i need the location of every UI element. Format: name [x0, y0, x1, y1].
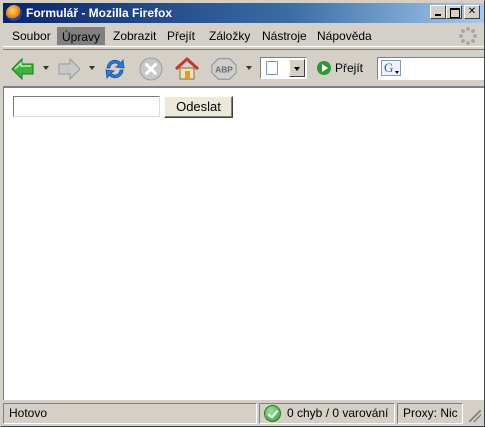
error-count: 0 chyb / 0 varování [287, 406, 389, 420]
proxy-status[interactable]: Proxy: Nic [397, 403, 463, 424]
reload-icon[interactable] [101, 55, 129, 83]
title-bar[interactable]: Formulář - Mozilla Firefox ✕ [3, 3, 484, 23]
close-button[interactable]: ✕ [464, 5, 480, 19]
resize-grip[interactable] [469, 410, 481, 422]
menu-zalozky[interactable]: Záložky [205, 27, 254, 45]
forward-icon[interactable] [55, 55, 83, 83]
check-icon [264, 405, 281, 422]
menu-upravy[interactable]: Úpravy [57, 27, 106, 45]
firefox-icon [6, 5, 22, 21]
menu-nastroje[interactable]: Nástroje [258, 27, 311, 45]
browser-window: Formulář - Mozilla Firefox ✕ Soubor Úpra… [0, 0, 485, 427]
menu-soubor[interactable]: Soubor [8, 27, 55, 45]
home-icon[interactable] [173, 55, 201, 83]
go-label: Přejít [335, 61, 364, 75]
throbber-icon [459, 27, 477, 45]
go-icon [317, 61, 331, 75]
back-history-dropdown[interactable] [43, 66, 50, 71]
page-icon [266, 61, 278, 75]
minimize-button[interactable] [430, 5, 446, 19]
window-title: Formulář - Mozilla Firefox [26, 6, 173, 20]
search-engine-icon[interactable]: G [381, 60, 401, 76]
submit-button[interactable]: Odeslat [164, 96, 233, 118]
status-bar: Hotovo 0 chyb / 0 varování Proxy: Nic [3, 402, 484, 424]
go-button[interactable]: Přejít [315, 60, 363, 78]
adblock-dropdown[interactable] [246, 66, 253, 71]
menu-zobrazit[interactable]: Zobrazit [109, 27, 160, 45]
search-box[interactable]: G [377, 57, 484, 80]
menu-bar: Soubor Úpravy Zobrazit Přejít Záložky Ná… [3, 25, 484, 47]
error-console-panel[interactable]: 0 chyb / 0 varování [259, 403, 395, 424]
page-content: Odeslat [3, 87, 484, 400]
status-text: Hotovo [3, 403, 257, 424]
back-icon[interactable] [9, 55, 37, 83]
chevron-down-icon[interactable] [289, 59, 305, 77]
stop-icon[interactable] [137, 55, 165, 83]
adblock-label: ABP [215, 64, 233, 74]
menu-napoveda[interactable]: Nápověda [313, 27, 376, 45]
forward-history-dropdown[interactable] [89, 66, 96, 71]
menu-prejit[interactable]: Přejít [163, 27, 199, 45]
adblock-icon[interactable]: ABP [210, 55, 238, 83]
navigation-toolbar: ABP Přejít G [3, 49, 484, 87]
page-style-select[interactable] [260, 57, 307, 79]
text-input[interactable] [13, 96, 160, 117]
maximize-button[interactable] [446, 5, 462, 19]
